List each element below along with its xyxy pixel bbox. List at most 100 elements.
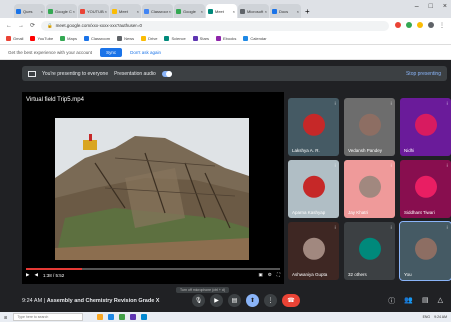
participant-tile[interactable]: ⁝ 32 others (344, 222, 395, 280)
tab-title: Ques (23, 8, 33, 14)
url-input[interactable]: 🔒 meet.google.com/xxx-xxxx-xxx?authuser=… (41, 20, 389, 31)
store-icon[interactable] (130, 314, 137, 320)
settings-icon[interactable]: ⚙ (268, 272, 272, 278)
browser-tab[interactable]: YOUTUBE× (78, 4, 109, 18)
tab-close-icon[interactable]: × (265, 9, 267, 14)
avatar (414, 237, 437, 260)
stop-presenting-button[interactable]: Stop presenting (406, 71, 441, 77)
tab-title: YOUTUBE (87, 8, 104, 14)
extension-icon[interactable] (406, 22, 412, 28)
edge-icon[interactable] (108, 314, 115, 320)
bookmark-item[interactable]: Drive (141, 36, 157, 41)
extension-icon[interactable] (395, 22, 401, 28)
clock[interactable]: 9:24 AM (434, 315, 447, 319)
bookmark-item[interactable]: Science (164, 36, 186, 41)
dismiss-link[interactable]: Don't ask again (130, 50, 161, 55)
browser-tab[interactable]: Google × (174, 4, 205, 18)
bookmark-item[interactable]: Stars (192, 36, 209, 41)
tab-close-icon[interactable]: × (169, 9, 171, 14)
participant-tile[interactable]: ⁝ Jay Khatri (344, 160, 395, 218)
new-tab-icon[interactable]: + (305, 7, 310, 16)
file-explorer-icon[interactable] (97, 314, 104, 320)
tile-options-icon[interactable]: ⁝ (446, 101, 448, 107)
tile-options-icon[interactable]: ⁝ (446, 163, 448, 169)
more-icon[interactable]: ⋮ (264, 294, 277, 307)
bookmark-item[interactable]: Maps (60, 36, 77, 41)
participant-tile[interactable]: ⁝ Aparna Kashyap (288, 160, 339, 218)
chrome-icon[interactable] (119, 314, 126, 320)
tab-favicon-icon (208, 8, 213, 14)
tile-options-icon[interactable]: ⁝ (334, 225, 336, 231)
participant-tile[interactable]: ⁝ Siddhant Tiwari (400, 160, 451, 218)
tab-close-icon[interactable]: × (41, 9, 43, 14)
tab-close-icon[interactable]: × (73, 9, 75, 14)
bookmark-icon (6, 36, 11, 41)
menu-icon[interactable]: ⋮ (439, 22, 445, 29)
tile-options-icon[interactable]: ⁝ (334, 163, 336, 169)
activities-icon[interactable]: △ (438, 296, 443, 306)
participant-tile[interactable]: ⁝ Nidhi (400, 98, 451, 156)
tile-options-icon[interactable]: ⁝ (334, 101, 336, 107)
tile-options-icon[interactable]: ⁝ (390, 101, 392, 107)
tile-options-icon[interactable]: ⁝ (446, 225, 448, 231)
mail-icon[interactable] (141, 314, 148, 320)
sync-button[interactable]: Sync (100, 47, 123, 57)
tab-close-icon[interactable]: × (201, 9, 203, 14)
start-icon[interactable]: ⊞ (4, 315, 7, 320)
participant-tile[interactable]: ⁝ You (399, 221, 451, 281)
reload-icon[interactable]: ⟳ (30, 22, 35, 29)
camera-icon[interactable]: ▶ (210, 294, 223, 307)
bookmark-item[interactable]: Classroom (83, 36, 110, 41)
bookmark-item[interactable]: News (117, 36, 134, 41)
participant-tile[interactable]: ⁝ Ashwaniya Gupta (288, 222, 339, 280)
captions-icon[interactable]: ▣ (259, 272, 263, 278)
bookmark-label: Gmail (13, 36, 24, 41)
browser-tab[interactable]: Microsoft × (238, 4, 269, 18)
extension-icon[interactable] (417, 22, 423, 28)
minimize-icon[interactable]: – (415, 3, 419, 10)
bookmark-item[interactable]: Ebooks (216, 36, 236, 41)
audio-toggle[interactable] (161, 70, 172, 77)
play-icon[interactable]: ▶ (26, 272, 29, 278)
maximize-icon[interactable]: □ (429, 3, 433, 10)
back-icon[interactable]: ← (6, 23, 12, 29)
tab-close-icon[interactable]: × (297, 9, 299, 14)
chat-icon[interactable]: ▤ (422, 296, 429, 306)
bookmark-icon (141, 36, 147, 41)
mic-icon[interactable]: 🎙 (192, 294, 205, 307)
video-frame[interactable] (55, 118, 249, 260)
browser-tab[interactable]: Google Cl × (46, 4, 77, 18)
browser-tab[interactable]: Ques × (14, 4, 45, 18)
bookmark-item[interactable]: YouTube (30, 36, 53, 41)
browser-tab[interactable]: Meet × (110, 4, 141, 18)
bookmark-item[interactable]: Calendar (243, 36, 267, 41)
tile-options-icon[interactable]: ⁝ (390, 225, 392, 231)
people-icon[interactable]: 👥 (404, 296, 413, 306)
captions-icon[interactable]: ▤ (228, 294, 241, 307)
browser-tab[interactable]: Classroom× (142, 4, 173, 18)
tab-close-icon[interactable]: × (233, 9, 235, 14)
meeting-title: Assembly and Chemistry Revision Grade X (46, 298, 160, 304)
bookmark-item[interactable]: Gmail (6, 36, 23, 41)
end-call-icon[interactable]: ☎ (282, 294, 300, 307)
participant-name: Ashwaniya Gupta (292, 272, 328, 277)
participant-name: Jay Khatri (348, 210, 369, 215)
info-icon[interactable]: ⓘ (388, 296, 395, 306)
volume-icon[interactable]: ◀ (34, 272, 37, 278)
tile-options-icon[interactable]: ⁝ (390, 163, 392, 169)
close-icon[interactable]: × (443, 3, 447, 10)
browser-tab[interactable]: Meet × (206, 4, 237, 18)
fullscreen-icon[interactable]: ⛶ (277, 272, 280, 278)
language-indicator[interactable]: ENG (423, 315, 431, 319)
video-progress-bar[interactable] (26, 268, 280, 270)
forward-icon[interactable]: → (18, 23, 24, 29)
participant-tile[interactable]: ⁝ Vedansh Pandey (344, 98, 395, 156)
taskbar-search[interactable]: Type here to search (13, 313, 84, 321)
participant-tile[interactable]: ⁝ Lakshya A. R. (288, 98, 339, 156)
bookmark-label: Ebooks (223, 36, 237, 41)
present-icon[interactable]: ⬆ (246, 294, 259, 307)
tab-close-icon[interactable]: × (137, 9, 139, 14)
browser-tab[interactable]: Docs × (270, 4, 301, 18)
profile-avatar[interactable] (428, 22, 434, 28)
tab-close-icon[interactable]: × (105, 9, 107, 14)
